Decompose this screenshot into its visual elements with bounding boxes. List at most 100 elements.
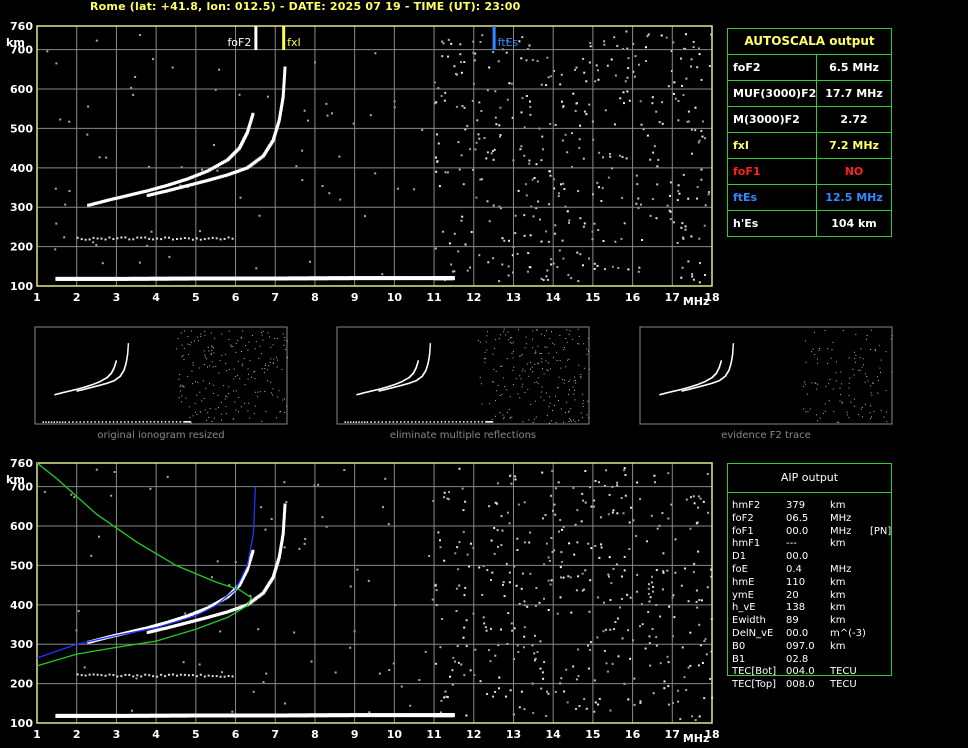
thumb-noise	[214, 337, 216, 339]
thumb-noise	[243, 358, 245, 360]
noise-dot	[549, 170, 552, 173]
thumb-noise	[588, 368, 590, 370]
noise-dot	[685, 689, 688, 691]
autoscala-row: MUF(3000)F2 17.7 MHz	[728, 81, 891, 107]
thumb-noise	[286, 406, 288, 407]
autoscala-key: fxI	[728, 133, 817, 158]
thumb-noise	[522, 421, 524, 423]
noise-dot	[480, 110, 483, 112]
noise-dot	[647, 610, 650, 613]
noise-dot	[623, 102, 625, 105]
noise-dot	[577, 575, 580, 578]
noise-dot	[609, 709, 612, 712]
marker-bar	[282, 26, 286, 50]
thumb-trace	[732, 349, 734, 351]
noise-dot	[684, 567, 686, 570]
noise-dot	[681, 222, 684, 225]
noise-dot	[697, 550, 700, 553]
thumb-trace	[429, 421, 432, 423]
noise-dot	[630, 506, 632, 509]
thumb-trace	[179, 421, 181, 423]
thumb-noise	[510, 341, 511, 343]
noise-dot	[677, 190, 680, 193]
thumb-noise	[509, 417, 511, 419]
noise-dot	[522, 646, 525, 649]
noise-dot	[437, 142, 440, 145]
thumb-noise	[878, 344, 880, 346]
thumb-noise	[178, 374, 180, 375]
thumb-trace	[732, 344, 734, 347]
thumb-noise	[257, 395, 258, 397]
thumb-trace	[127, 421, 130, 423]
thumb-trace	[463, 421, 465, 423]
thumb-noise	[263, 372, 265, 374]
thumb-trace	[45, 421, 47, 423]
thumb-trace	[86, 421, 89, 423]
noise-dot	[443, 559, 446, 562]
thumb-noise	[225, 395, 227, 397]
noise-dot	[613, 628, 615, 631]
noise-dot	[602, 630, 605, 633]
thumb-noise	[519, 375, 521, 377]
noise-dot	[598, 481, 600, 484]
y-tick-label: 500	[10, 559, 33, 572]
noise-dot	[547, 556, 550, 559]
thumb-noise	[540, 396, 542, 398]
thumb-noise	[565, 366, 567, 368]
noise-dot	[560, 576, 562, 579]
thumb-noise	[850, 401, 852, 403]
noise-dot	[334, 671, 337, 674]
thumb-noise	[569, 379, 571, 381]
thumb-noise	[832, 388, 834, 390]
noise-dot	[474, 648, 477, 651]
noise-dot	[514, 232, 517, 235]
x-tick-label: 14	[546, 728, 562, 741]
noise-dot	[559, 83, 562, 86]
thumb-noise	[274, 337, 276, 339]
noise-dot	[553, 503, 556, 506]
thumb-noise	[535, 329, 537, 331]
autoscala-row: M(3000)F2 2.72	[728, 107, 891, 133]
noise-dot	[431, 598, 434, 601]
noise-dot	[561, 100, 563, 103]
trace-point	[282, 77, 286, 80]
noise-dot	[369, 114, 372, 117]
noise-dot	[448, 491, 450, 494]
thumb-noise	[286, 340, 288, 342]
thumb-noise	[505, 334, 507, 336]
noise-dot	[576, 509, 579, 512]
noise-dot	[610, 582, 613, 585]
thumb-noise	[853, 351, 855, 353]
echo-point	[104, 674, 107, 677]
noise-dot	[541, 471, 544, 474]
noise-dot	[659, 615, 662, 618]
noise-dot	[609, 155, 612, 158]
noise-dot	[388, 669, 391, 671]
thumb-noise	[557, 387, 559, 389]
thumb-noise	[272, 388, 274, 390]
noise-dot	[514, 475, 517, 478]
echo-point	[144, 673, 147, 676]
thumb-noise	[563, 349, 565, 350]
noise-dot	[540, 687, 543, 690]
thumb-noise	[580, 412, 582, 414]
noise-dot	[597, 229, 600, 232]
noise-dot	[475, 196, 478, 199]
thumb-trace	[189, 421, 192, 423]
x-tick-label: 16	[625, 728, 641, 741]
noise-dot	[284, 702, 287, 705]
echo-point	[140, 236, 143, 239]
thumb-noise	[862, 416, 863, 418]
thumb-noise	[481, 383, 482, 385]
thumb-noise	[809, 408, 811, 410]
thumb-noise	[212, 346, 214, 348]
noise-dot	[463, 594, 466, 597]
noise-dot	[547, 240, 550, 243]
echo-point	[172, 673, 174, 676]
thumb-noise	[869, 412, 871, 414]
echo-point	[76, 673, 79, 676]
noise-dot	[572, 665, 575, 668]
noise-dot	[579, 217, 582, 220]
thumb-noise	[497, 384, 499, 386]
thumb-noise	[817, 362, 819, 364]
